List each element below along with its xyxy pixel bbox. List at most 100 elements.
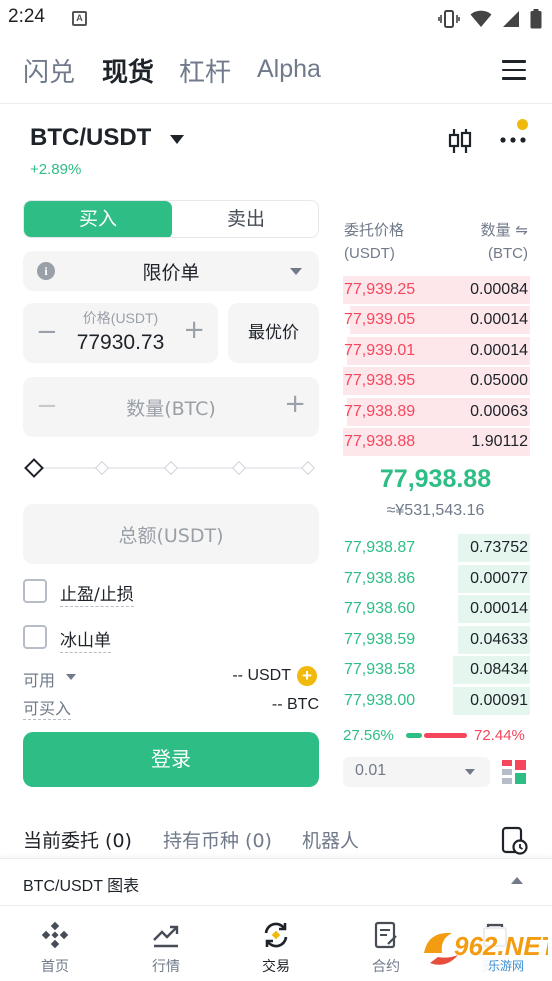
- last-price[interactable]: 77,938.88: [341, 465, 530, 494]
- price-stepper: − 价格(USDT) 77930.73 +: [23, 303, 218, 363]
- tab-spot[interactable]: 现货: [102, 52, 154, 89]
- chart-bar-label: BTC/USDT 图表: [23, 878, 140, 895]
- total-placeholder: 总额(USDT): [118, 525, 224, 547]
- candlestick-chart-icon[interactable]: [448, 128, 472, 154]
- status-icons: [438, 8, 542, 30]
- available-label: 可用: [23, 671, 56, 690]
- status-time: 2:24: [8, 6, 45, 27]
- iceberg-checkbox[interactable]: [23, 625, 47, 649]
- tab-margin[interactable]: 杠杆: [179, 52, 231, 89]
- quantity-increase-button[interactable]: +: [284, 389, 306, 419]
- nav-futures[interactable]: 合约: [346, 920, 426, 976]
- nav-home-label: 首页: [41, 959, 69, 975]
- bid-qty: 0.00014: [470, 600, 528, 617]
- ask-price: 77,939.05: [344, 311, 416, 328]
- tp-sl-checkbox[interactable]: [23, 579, 47, 603]
- bid-row[interactable]: 77,938.00 0.00091: [341, 686, 530, 715]
- pair-dropdown-caret-icon[interactable]: [170, 135, 184, 144]
- ask-row[interactable]: 77,939.25 0.00084: [341, 275, 530, 304]
- trade-icon: [264, 922, 288, 948]
- futures-icon: [374, 921, 397, 949]
- bid-qty: 0.73752: [470, 539, 528, 556]
- total-input[interactable]: 总额(USDT): [23, 504, 319, 564]
- buy-tab[interactable]: 买入: [24, 201, 172, 237]
- orderbook-price-header: 委托价格: [344, 221, 405, 239]
- order-history-icon[interactable]: [501, 826, 529, 856]
- amount-slider[interactable]: [23, 458, 319, 478]
- ask-row[interactable]: 77,938.89 0.00063: [341, 397, 530, 426]
- order-type-select[interactable]: i 限价单: [23, 251, 319, 291]
- notification-a-icon: A: [72, 11, 87, 26]
- chevron-down-icon: [465, 769, 475, 775]
- ask-row[interactable]: 77,938.95 0.05000: [341, 366, 530, 395]
- quantity-stepper: − 数量(BTC) +: [23, 377, 319, 437]
- bid-ratio: 27.56%: [343, 727, 394, 744]
- quantity-input[interactable]: 数量(BTC): [23, 394, 319, 421]
- orderbook-price-unit: (USDT): [344, 245, 395, 262]
- ask-price: 77,938.88: [344, 433, 416, 450]
- bid-row[interactable]: 77,938.59 0.04633: [341, 625, 530, 654]
- nav-home[interactable]: 首页: [15, 920, 95, 976]
- price-increase-button[interactable]: +: [183, 315, 205, 345]
- header-divider: [0, 103, 552, 104]
- bid-row[interactable]: 77,938.58 0.08434: [341, 655, 530, 684]
- deposit-plus-icon[interactable]: +: [297, 666, 317, 686]
- nav-trade[interactable]: 交易: [236, 920, 316, 976]
- buyable-label: 可买入: [23, 695, 72, 720]
- ask-price: 77,938.89: [344, 403, 416, 420]
- bid-qty: 0.00091: [470, 692, 528, 709]
- signal-icon: [503, 11, 519, 27]
- ask-ratio-bar: [424, 733, 467, 738]
- tab-open-orders[interactable]: 当前委托 (0): [23, 826, 132, 853]
- tab-alpha[interactable]: Alpha: [257, 55, 321, 84]
- best-price-button[interactable]: 最优价: [228, 303, 319, 363]
- bid-price: 77,938.58: [344, 661, 416, 678]
- login-button[interactable]: 登录: [23, 732, 319, 787]
- battery-icon: [530, 9, 542, 29]
- tab-bots[interactable]: 机器人: [302, 826, 359, 853]
- last-price-cny: ≈¥531,543.16: [386, 502, 485, 519]
- tab-convert[interactable]: 闪兑: [23, 52, 75, 89]
- iceberg-label: 冰山单: [60, 626, 111, 653]
- chart-toggle-bar[interactable]: BTC/USDT 图表: [0, 858, 552, 904]
- bid-row[interactable]: 77,938.86 0.00077: [341, 564, 530, 593]
- precision-value: 0.01: [355, 762, 387, 779]
- bid-qty: 0.00077: [470, 570, 528, 587]
- status-bar: 2:24 A: [0, 0, 552, 38]
- slider-mark-50[interactable]: [163, 460, 179, 476]
- slider-mark-25[interactable]: [94, 460, 110, 476]
- slider-mark-100[interactable]: [300, 460, 316, 476]
- ask-row[interactable]: 77,938.88 1.90112: [341, 427, 530, 456]
- svg-text:962.NET: 962.NET: [454, 931, 548, 961]
- slider-handle[interactable]: [24, 458, 44, 478]
- nav-markets[interactable]: 行情: [126, 920, 206, 976]
- orderbook-layout-icon[interactable]: [502, 760, 526, 784]
- available-caret-icon[interactable]: [66, 674, 76, 680]
- orderbook-qty-header[interactable]: 数量 ⇋: [481, 218, 528, 242]
- bid-row[interactable]: 77,938.60 0.00014: [341, 594, 530, 623]
- bid-row[interactable]: 77,938.87 0.73752: [341, 533, 530, 562]
- bid-price: 77,938.87: [344, 539, 416, 556]
- ask-qty: 0.05000: [470, 372, 528, 389]
- markets-icon: [153, 925, 179, 948]
- bid-qty: 0.08434: [470, 661, 528, 678]
- menu-icon[interactable]: [502, 60, 526, 80]
- bid-price: 77,938.86: [344, 570, 416, 587]
- ask-qty: 0.00084: [470, 281, 528, 298]
- ask-row[interactable]: 77,939.05 0.00014: [341, 305, 530, 334]
- chevron-down-icon: [290, 268, 302, 275]
- tab-holdings[interactable]: 持有币种 (0): [163, 826, 272, 853]
- pair-selector[interactable]: BTC/USDT: [30, 124, 151, 152]
- notification-dot: [517, 119, 528, 130]
- slider-mark-75[interactable]: [231, 460, 247, 476]
- more-options-icon[interactable]: [500, 130, 526, 150]
- ask-row[interactable]: 77,939.01 0.00014: [341, 336, 530, 365]
- ask-price: 77,939.25: [344, 281, 416, 298]
- ask-qty: 1.90112: [471, 433, 528, 450]
- tp-sl-label: 止盈/止损: [60, 580, 134, 607]
- available-value: -- USDT: [232, 667, 291, 684]
- precision-select[interactable]: 0.01: [343, 757, 490, 787]
- sell-tab[interactable]: 卖出: [172, 201, 318, 237]
- home-icon: [41, 921, 69, 949]
- ask-ratio: 72.44%: [474, 727, 525, 744]
